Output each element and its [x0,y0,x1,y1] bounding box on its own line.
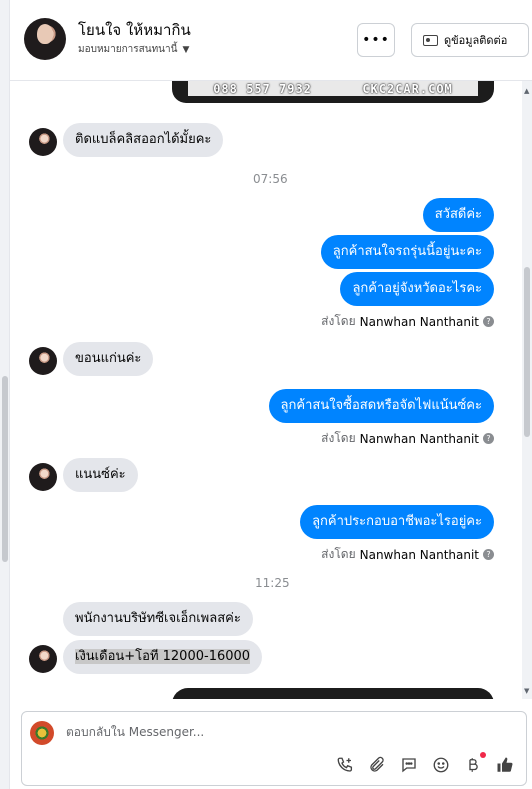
info-icon[interactable]: ? [483,316,494,327]
sender-avatar[interactable] [29,645,57,673]
highlighted-text: เงินเดือน+โอที 12000-16000 [75,649,251,664]
left-panel-scrollbar[interactable] [2,376,8,562]
page-avatar [30,721,54,745]
incoming-message[interactable]: แนนซ์ค่ะ [63,458,138,492]
sender-avatar[interactable] [29,347,57,375]
call-plus-icon[interactable] [334,754,356,776]
composer-toolbar [334,752,516,776]
contact-name[interactable]: โยนใจ ให้หมากิน [78,18,191,42]
paperclip-icon[interactable] [366,754,388,776]
more-dots-icon: ••• [362,32,390,48]
reply-input[interactable] [66,725,486,739]
conversation-header: โยนใจ ให้หมากิน มอบหมายการสนทนานี้ ▼ •••… [10,0,532,81]
thread-scrollbar[interactable]: ▲ ▼ [522,81,532,699]
scroll-down-icon[interactable]: ▼ [524,687,529,695]
sender-name[interactable]: Nanwhan Nanthanit [360,315,479,329]
outgoing-message[interactable]: ลูกค้าประกอบอาชีพอะไรอยู่คะ [300,505,494,539]
more-options-button[interactable]: ••• [357,23,395,57]
sent-by-label: ส่งโดย Nanwhan Nanthanit ? [321,545,494,564]
contact-avatar[interactable] [24,18,66,60]
outgoing-message[interactable]: ลูกค้าอยู่จังหวัดอะไรคะ [340,272,494,306]
image-attachment-top[interactable]: 088 557 7932 CKC2CAR.COM [172,81,494,103]
sent-by-prefix: ส่งโดย [321,547,356,561]
info-icon[interactable]: ? [483,433,494,444]
outgoing-message[interactable]: ลูกค้าสนใจรถรุ่นนี้อยู่นะคะ [320,235,494,269]
incoming-message[interactable]: ติดแบล็คลิสออกได้มั้ยคะ [63,123,224,157]
incoming-message[interactable]: พนักงานบริษัทซีเจเอ็กเพลสค่ะ [63,602,253,636]
sent-by-prefix: ส่งโดย [321,431,356,445]
sent-by-label: ส่งโดย Nanwhan Nanthanit ? [321,312,494,331]
scroll-thumb[interactable] [524,267,530,437]
message-thread: 088 557 7932 CKC2CAR.COM ติดแบล็คลิสออกไ… [10,81,522,699]
image-attachment-bottom[interactable] [172,688,494,699]
banner-site: CKC2CAR.COM [362,81,453,96]
message-composer [21,711,527,786]
scroll-up-icon[interactable]: ▲ [524,87,529,95]
sent-by-label: ส่งโดย Nanwhan Nanthanit ? [321,429,494,448]
notification-dot [480,752,486,758]
sender-name[interactable]: Nanwhan Nanthanit [360,432,479,446]
sent-by-prefix: ส่งโดย [321,314,356,328]
timestamp: 07:56 [253,172,288,186]
banner-phone: 088 557 7932 [213,81,312,96]
outgoing-message[interactable]: สวัสดีค่ะ [422,198,494,232]
sender-name[interactable]: Nanwhan Nanthanit [360,548,479,562]
outgoing-message[interactable]: ลูกค้าสนใจซื้อสดหรือจัดไฟแน้นซ์คะ [268,389,494,423]
caret-down-icon: ▼ [182,44,190,55]
contact-card-icon [423,34,438,46]
image-banner-text: 088 557 7932 CKC2CAR.COM [188,81,478,96]
info-icon[interactable]: ? [483,549,494,560]
speech-bubble-icon[interactable] [398,754,420,776]
left-panel-strip [0,0,10,789]
view-contact-label: ดูข้อมูลติดต่อ [444,34,508,47]
incoming-message[interactable]: ขอนแก่นค่ะ [63,342,154,376]
view-contact-button[interactable]: ดูข้อมูลติดต่อ [411,23,529,57]
thumbs-up-icon[interactable] [494,754,516,776]
sender-avatar[interactable] [29,128,57,156]
incoming-message[interactable]: เงินเดือน+โอที 12000-16000 [63,640,263,674]
emoji-icon[interactable] [430,754,452,776]
assign-conversation-label: มอบหมายการสนทนานี้ [78,44,178,55]
sender-avatar[interactable] [29,463,57,491]
assign-conversation[interactable]: มอบหมายการสนทนานี้ ▼ [78,42,189,57]
baht-icon[interactable] [462,752,486,776]
timestamp: 11:25 [255,576,290,590]
